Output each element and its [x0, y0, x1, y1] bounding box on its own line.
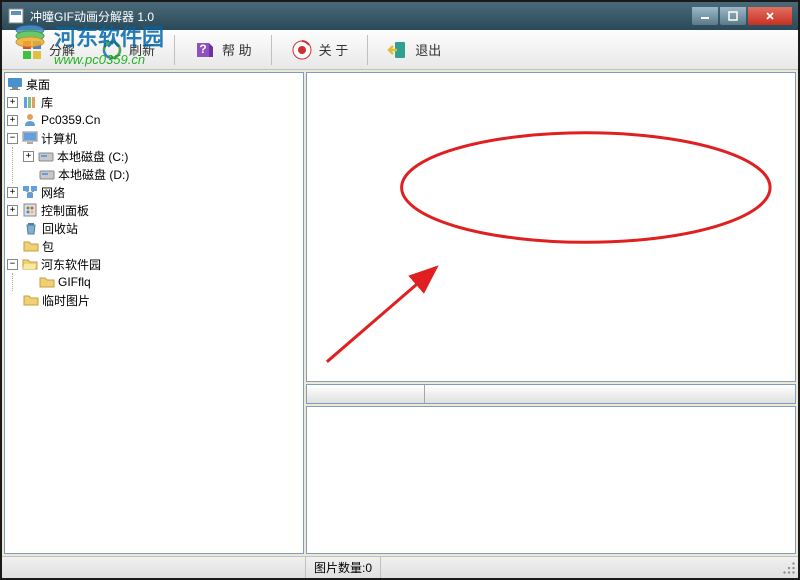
desktop-icon	[7, 76, 23, 92]
tree-label: 包	[42, 238, 54, 255]
expand-toggle[interactable]: +	[7, 187, 18, 198]
svg-text:?: ?	[199, 42, 206, 56]
tree-label: 库	[41, 94, 53, 111]
tree-label: 桌面	[26, 76, 50, 93]
folder-icon	[23, 238, 39, 254]
exit-button[interactable]: 退出	[376, 34, 452, 66]
app-window: 河东软件园 www.pc0359.cn 冲曈GIF动画分解器 1.0	[0, 0, 800, 580]
toolbar-separator	[367, 35, 368, 65]
annotation-overlay	[307, 73, 795, 370]
tree-node-gifflq[interactable]: GIFflq	[13, 273, 301, 291]
library-icon	[22, 94, 38, 110]
collapse-toggle[interactable]: −	[7, 133, 18, 144]
refresh-label: 刷新	[129, 40, 155, 59]
folder-icon	[23, 292, 39, 308]
tree-node-hedong[interactable]: − 河东软件园	[7, 255, 301, 273]
minimize-button[interactable]	[692, 7, 718, 25]
about-icon	[291, 39, 313, 61]
help-label: 帮 助	[222, 40, 252, 59]
exit-label: 退出	[415, 40, 441, 59]
tree-node-desktop[interactable]: 桌面	[7, 75, 301, 93]
help-button[interactable]: ? 帮 助	[183, 34, 263, 66]
maximize-button[interactable]	[720, 7, 746, 25]
tree-node-library[interactable]: + 库	[7, 93, 301, 111]
tree-label: 控制面板	[41, 202, 89, 219]
decompose-button[interactable]: 分解	[10, 34, 86, 66]
status-cell-left	[2, 557, 306, 578]
right-panel	[306, 72, 796, 554]
network-icon	[22, 184, 38, 200]
minimize-icon	[700, 11, 710, 21]
tree-node-control-panel[interactable]: + 控制面板	[7, 201, 301, 219]
close-icon	[765, 11, 775, 21]
disk-icon	[38, 148, 54, 164]
refresh-button[interactable]: 刷新	[90, 34, 166, 66]
tree-node-package[interactable]: 包	[7, 237, 301, 255]
window-title: 冲曈GIF动画分解器 1.0	[30, 8, 692, 25]
collapse-toggle[interactable]: −	[7, 259, 18, 270]
tree-node-temp-images[interactable]: 临时图片	[7, 291, 301, 309]
resize-grip-icon[interactable]	[780, 559, 798, 577]
image-count-label: 图片数量:0	[306, 557, 381, 578]
user-icon	[22, 112, 38, 128]
expand-toggle[interactable]: +	[23, 151, 34, 162]
preview-area[interactable]	[306, 72, 796, 382]
toolbar-separator	[174, 35, 175, 65]
tree-node-computer[interactable]: − 计算机	[7, 129, 301, 147]
tree-node-recycle-bin[interactable]: 回收站	[7, 219, 301, 237]
expand-toggle[interactable]: +	[7, 115, 18, 126]
tree-label: 临时图片	[42, 292, 90, 309]
about-label: 关 于	[319, 40, 349, 59]
tree-label: 本地磁盘 (D:)	[58, 166, 129, 183]
tree-label: 计算机	[41, 130, 77, 147]
toolbar: 分解 刷新 ? 帮 助 关 于 退出	[2, 30, 798, 70]
maximize-icon	[728, 11, 738, 21]
folder-tree: 桌面 + 库 + Pc0359.Cn − 计算机	[5, 73, 303, 311]
frame-list-panel[interactable]	[306, 406, 796, 554]
close-button[interactable]	[748, 7, 792, 25]
about-button[interactable]: 关 于	[280, 34, 360, 66]
tree-node-pc0359[interactable]: + Pc0359.Cn	[7, 111, 301, 129]
tree-node-network[interactable]: + 网络	[7, 183, 301, 201]
computer-icon	[22, 130, 38, 146]
folder-open-icon	[22, 256, 38, 272]
tree-label: 网络	[41, 184, 65, 201]
expand-toggle[interactable]: +	[7, 97, 18, 108]
disk-icon	[39, 166, 55, 182]
tree-label: 回收站	[42, 220, 78, 237]
control-panel-icon	[22, 202, 38, 218]
titlebar[interactable]: 冲曈GIF动画分解器 1.0	[2, 2, 798, 30]
tree-node-disk-d[interactable]: 本地磁盘 (D:)	[13, 165, 301, 183]
refresh-icon	[101, 39, 123, 61]
window-controls	[692, 7, 792, 25]
tree-label: 河东软件园	[41, 256, 101, 273]
decompose-icon	[21, 39, 43, 61]
tab-strip[interactable]	[306, 384, 796, 404]
tree-label: 本地磁盘 (C:)	[57, 148, 128, 165]
tree-node-disk-c[interactable]: + 本地磁盘 (C:)	[13, 147, 301, 165]
exit-icon	[387, 39, 409, 61]
tree-label: GIFflq	[58, 275, 91, 289]
app-icon	[8, 8, 24, 24]
decompose-label: 分解	[49, 40, 75, 59]
tab-cell[interactable]	[307, 385, 425, 403]
tree-label: Pc0359.Cn	[41, 113, 100, 127]
folder-tree-panel[interactable]: 桌面 + 库 + Pc0359.Cn − 计算机	[4, 72, 304, 554]
status-bar: 图片数量:0	[2, 556, 798, 578]
toolbar-separator	[271, 35, 272, 65]
content-area: 桌面 + 库 + Pc0359.Cn − 计算机	[2, 70, 798, 556]
recycle-bin-icon	[23, 220, 39, 236]
expand-toggle[interactable]: +	[7, 205, 18, 216]
help-icon: ?	[194, 39, 216, 61]
folder-icon	[39, 274, 55, 290]
